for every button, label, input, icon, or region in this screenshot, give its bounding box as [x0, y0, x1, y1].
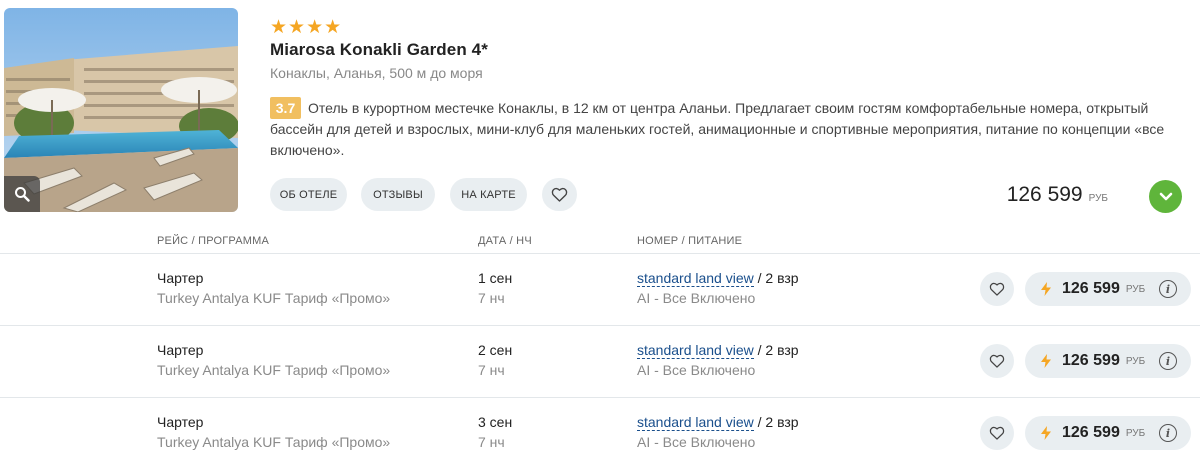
- hotel-favorite-button[interactable]: [542, 178, 577, 211]
- column-header-date: ДАТА / НЧ: [478, 235, 532, 247]
- program-name: Turkey Antalya KUF Тариф «Промо»: [157, 434, 391, 450]
- lightning-icon: [1041, 282, 1051, 296]
- magnifier-icon: [15, 187, 30, 202]
- offer-price-currency: РУБ: [1125, 283, 1146, 295]
- on-map-button[interactable]: НА КАРТЕ: [450, 178, 527, 211]
- info-icon[interactable]: i: [1159, 280, 1177, 298]
- hotel-stars: ★ ★ ★ ★: [270, 18, 341, 38]
- offer-favorite-button[interactable]: [980, 416, 1014, 450]
- zoom-photo-button[interactable]: [4, 176, 40, 212]
- room-info: standard land view / 2 взр: [637, 414, 799, 431]
- heart-icon: [989, 426, 1005, 440]
- room-info: standard land view / 2 взр: [637, 270, 799, 287]
- column-header-room: НОМЕР / ПИТАНИЕ: [637, 235, 743, 247]
- hotel-description: Отель в курортном местечке Конаклы, в 12…: [270, 100, 1165, 158]
- room-info: standard land view / 2 взр: [637, 342, 799, 359]
- guests-count: / 2 взр: [753, 270, 799, 286]
- offer-price-button[interactable]: 126 599 РУБ i: [1025, 272, 1191, 306]
- offer-price-amount: 126 599: [1062, 424, 1120, 441]
- offer-price-currency: РУБ: [1125, 427, 1146, 439]
- heart-icon: [989, 354, 1005, 368]
- departure-date: 2 сен: [478, 342, 513, 358]
- hotel-location: Конаклы, Аланья, 500 м до моря: [270, 65, 483, 81]
- lightning-icon: [1041, 426, 1051, 440]
- expand-offers-button[interactable]: [1149, 180, 1182, 213]
- offer-price-amount: 126 599: [1062, 352, 1120, 369]
- hotel-photo[interactable]: [4, 8, 238, 212]
- guests-count: / 2 взр: [753, 414, 799, 430]
- hotel-price-amount: 126 599: [1006, 183, 1083, 206]
- offer-row: Чартер Turkey Antalya KUF Тариф «Промо» 1 …: [0, 253, 1200, 325]
- offer-price-amount: 126 599: [1062, 280, 1120, 297]
- reviews-button[interactable]: ОТЗЫВЫ: [361, 178, 435, 211]
- flight-type: Чартер: [157, 342, 204, 358]
- program-name: Turkey Antalya KUF Тариф «Промо»: [157, 362, 391, 378]
- star-icon: ★: [288, 17, 306, 38]
- meal-plan: AI - Все Включено: [637, 290, 756, 306]
- hotel-price-currency: РУБ: [1088, 193, 1108, 204]
- star-icon: ★: [324, 17, 342, 38]
- flight-type: Чартер: [157, 270, 204, 286]
- chevron-down-icon: [1159, 192, 1172, 200]
- star-icon: ★: [270, 17, 288, 38]
- nights-count: 7 нч: [478, 362, 505, 378]
- heart-icon: [989, 282, 1005, 296]
- offer-row: Чартер Turkey Antalya KUF Тариф «Промо» 2 …: [0, 325, 1200, 397]
- offer-price-currency: РУБ: [1125, 355, 1146, 367]
- about-hotel-button[interactable]: ОБ ОТЕЛЕ: [270, 178, 347, 211]
- flight-type: Чартер: [157, 414, 204, 430]
- meal-plan: AI - Все Включено: [637, 434, 756, 450]
- guests-count: / 2 взр: [753, 342, 799, 358]
- departure-date: 1 сен: [478, 270, 513, 286]
- offer-price-button[interactable]: 126 599 РУБ i: [1025, 416, 1191, 450]
- hotel-min-price: 126 599 РУБ: [1007, 183, 1108, 207]
- column-header-flight: РЕЙС / ПРОГРАММА: [157, 235, 270, 247]
- lightning-icon: [1041, 354, 1051, 368]
- room-type-link[interactable]: standard land view: [637, 342, 754, 359]
- offer-favorite-button[interactable]: [980, 272, 1014, 306]
- program-name: Turkey Antalya KUF Тариф «Промо»: [157, 290, 391, 306]
- nights-count: 7 нч: [478, 290, 505, 306]
- hotel-name[interactable]: Miarosa Konakli Garden 4*: [270, 40, 488, 60]
- info-icon[interactable]: i: [1159, 424, 1177, 442]
- heart-icon: [551, 187, 568, 202]
- nights-count: 7 нч: [478, 434, 505, 450]
- departure-date: 3 сен: [478, 414, 513, 430]
- room-type-link[interactable]: standard land view: [637, 270, 754, 287]
- info-icon[interactable]: i: [1159, 352, 1177, 370]
- meal-plan: AI - Все Включено: [637, 362, 756, 378]
- room-type-link[interactable]: standard land view: [637, 414, 754, 431]
- offer-favorite-button[interactable]: [980, 344, 1014, 378]
- star-icon: ★: [306, 17, 324, 38]
- offer-price-button[interactable]: 126 599 РУБ i: [1025, 344, 1191, 378]
- offer-row: Чартер Turkey Antalya KUF Тариф «Промо» 3 …: [0, 397, 1200, 459]
